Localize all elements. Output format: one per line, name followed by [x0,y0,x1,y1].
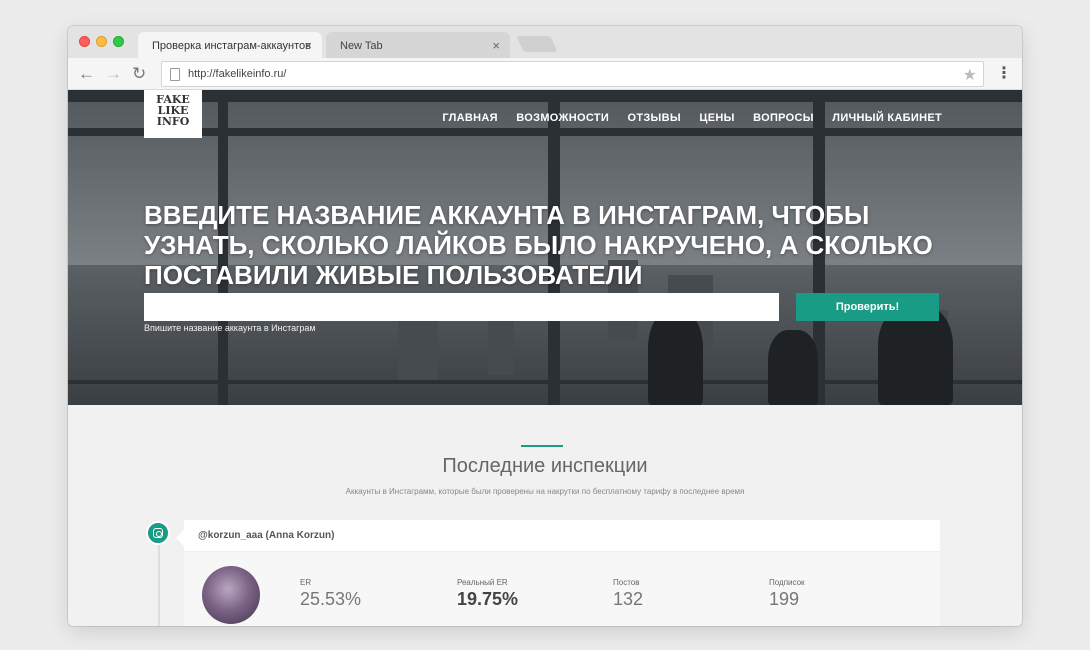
stat-label: Реальный ER [457,578,508,587]
browser-window: Проверка инстаграм-аккаунтов × New Tab ×… [68,26,1022,626]
tab-close-icon[interactable]: × [492,38,500,53]
section-subtitle: Аккаунты в Инстаграмм, которые были пров… [345,487,745,496]
reload-icon[interactable]: ↻ [132,64,146,84]
main-nav: ГЛАВНАЯ ВОЗМОЖНОСТИ ОТЗЫВЫ ЦЕНЫ ВОПРОСЫ … [428,108,942,126]
bookmark-star-icon[interactable]: ★ [963,65,977,85]
accent-divider [521,445,563,447]
stat-label: ER [300,578,312,587]
close-window-button[interactable] [79,36,90,47]
tab-close-icon[interactable]: × [304,38,312,53]
avatar [202,566,260,624]
nav-account[interactable]: ЛИЧНЫЙ КАБИНЕТ [832,112,942,124]
hero-headline: Введите название аккаунта в Инстаграм, ч… [144,200,933,290]
timeline-line [158,543,160,626]
account-search-input[interactable] [144,293,779,321]
nav-faq[interactable]: ВОПРОСЫ [753,112,814,124]
card-body: ER 25.53% Реальный ER 19.75% Постов 132 … [184,552,940,626]
stat-value: 132 [613,589,644,609]
timeline-marker [146,521,170,545]
browser-menu-icon[interactable]: ⋮ [996,64,1012,84]
url-text: http://fakelikeinfo.ru/ [188,68,287,80]
account-handle[interactable]: @korzun_aaa (Anna Korzun) [198,530,334,541]
tab-strip: Проверка инстаграм-аккаунтов × New Tab × [68,26,1022,59]
check-button[interactable]: Проверить! [796,293,939,321]
card-header: @korzun_aaa (Anna Korzun) [176,520,940,552]
search-hint: Впишите название аккаунта в Инстаграм [144,323,316,333]
stat-value: 19.75% [457,589,519,609]
tab-title: Проверка инстаграм-аккаунтов [152,40,311,52]
stat-real-er: Реальный ER 19.75% [457,578,518,610]
section-title: Последние инспекции [442,455,648,477]
browser-toolbar: ← → ↻ http://fakelikeinfo.ru/ ★ ⋮ [68,58,1022,90]
instagram-icon [153,528,163,538]
page-icon [170,68,180,81]
nav-reviews[interactable]: ОТЗЫВЫ [627,112,680,124]
tab-active[interactable]: Проверка инстаграм-аккаунтов × [138,32,322,59]
address-bar[interactable]: http://fakelikeinfo.ru/ ★ [161,61,984,87]
logo-line: INFO [156,115,190,128]
nav-home[interactable]: ГЛАВНАЯ [442,112,497,124]
stat-label: Подписок [769,578,805,587]
stat-value: 199 [769,589,800,609]
recent-inspections-header: Последние инспекции Аккаунты в Инстаграм… [68,405,1022,515]
tab-title: New Tab [340,40,383,52]
stat-label: Постов [613,578,640,587]
inspection-card[interactable]: @korzun_aaa (Anna Korzun) ER 25.53% Реал… [176,520,940,626]
tab-new[interactable]: New Tab × [326,32,510,59]
site-logo[interactable]: FAKE LIKE INFO [144,90,202,138]
maximize-window-button[interactable] [113,36,124,47]
new-tab-button[interactable] [516,36,558,52]
forward-arrow-icon[interactable]: → [105,64,122,84]
nav-features[interactable]: ВОЗМОЖНОСТИ [516,112,609,124]
stat-following: Подписок 199 [769,578,805,610]
nav-prices[interactable]: ЦЕНЫ [699,112,734,124]
minimize-window-button[interactable] [96,36,107,47]
back-arrow-icon[interactable]: ← [78,64,95,84]
stat-value: 25.53% [300,589,362,609]
stat-posts: Постов 132 [613,578,643,610]
page-viewport: FAKE LIKE INFO ГЛАВНАЯ ВОЗМОЖНОСТИ ОТЗЫВ… [68,90,1022,626]
hero-section: FAKE LIKE INFO ГЛАВНАЯ ВОЗМОЖНОСТИ ОТЗЫВ… [68,90,1022,405]
stat-er: ER 25.53% [300,578,361,610]
